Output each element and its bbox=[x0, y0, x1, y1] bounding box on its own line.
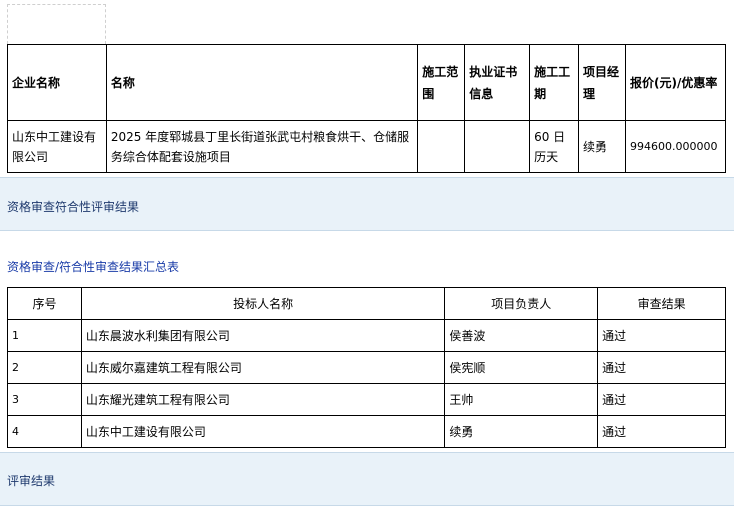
table-row: 3 山东耀光建筑工程有限公司 王帅 通过 bbox=[7, 383, 726, 416]
row-no: 1 bbox=[7, 319, 82, 352]
award-project: 2025 年度郓城县丁里长街道张武屯村粮食烘干、仓储服务综合体配套设施项目 bbox=[105, 120, 419, 173]
review-section-band: 评审结果 bbox=[0, 452, 734, 506]
award-scope bbox=[417, 120, 466, 173]
row-bidder: 山东威尔嘉建筑工程有限公司 bbox=[80, 351, 446, 384]
award-duration: 60 日历天 bbox=[529, 120, 580, 173]
header-project-name: 名称 bbox=[105, 44, 419, 121]
row-no: 4 bbox=[7, 415, 82, 448]
header-duration: 施工工期 bbox=[529, 44, 580, 121]
qualification-summary-title: 资格审查/符合性审查结果汇总表 bbox=[7, 260, 180, 274]
qualification-section-title: 资格审查符合性评审结果 bbox=[7, 200, 140, 214]
row-leader: 续勇 bbox=[444, 415, 599, 448]
row-leader: 侯宪顺 bbox=[444, 351, 599, 384]
row-result: 通过 bbox=[597, 415, 726, 448]
row-result: 通过 bbox=[597, 319, 726, 352]
header-bidder: 投标人名称 bbox=[80, 287, 446, 320]
table-row: 2 山东威尔嘉建筑工程有限公司 侯宪顺 通过 bbox=[7, 351, 726, 384]
review-section-title: 评审结果 bbox=[7, 474, 56, 488]
qualification-section-band: 资格审查符合性评审结果 bbox=[0, 177, 734, 231]
award-price: 994600.000000 bbox=[624, 120, 727, 173]
row-no: 2 bbox=[7, 351, 82, 384]
header-no: 序号 bbox=[7, 287, 82, 320]
qualification-table: 序号 投标人名称 项目负责人 审查结果 1 山东晨波水利集团有限公司 侯善波 通… bbox=[7, 287, 726, 448]
qualification-header-row: 序号 投标人名称 项目负责人 审查结果 bbox=[7, 287, 726, 320]
table-row: 4 山东中工建设有限公司 续勇 通过 bbox=[7, 415, 726, 448]
table-row: 1 山东晨波水利集团有限公司 侯善波 通过 bbox=[7, 319, 726, 352]
row-leader: 侯善波 bbox=[444, 319, 599, 352]
row-result: 通过 bbox=[597, 383, 726, 416]
empty-corner-cell bbox=[7, 4, 106, 44]
header-company: 企业名称 bbox=[7, 44, 107, 121]
header-scope: 施工范围 bbox=[417, 44, 466, 121]
row-leader: 王帅 bbox=[444, 383, 599, 416]
row-bidder: 山东耀光建筑工程有限公司 bbox=[80, 383, 446, 416]
award-header-row: 企业名称 名称 施工范围 执业证书信息 施工工期 项目经理 报价(元)/优惠率 bbox=[7, 44, 727, 121]
header-price: 报价(元)/优惠率 bbox=[624, 44, 727, 121]
row-bidder: 山东晨波水利集团有限公司 bbox=[80, 319, 446, 352]
award-company: 山东中工建设有限公司 bbox=[7, 120, 107, 173]
row-result: 通过 bbox=[597, 351, 726, 384]
header-result: 审查结果 bbox=[597, 287, 726, 320]
award-manager: 续勇 bbox=[578, 120, 626, 173]
header-certificate: 执业证书信息 bbox=[464, 44, 531, 121]
row-no: 3 bbox=[7, 383, 82, 416]
award-table: 企业名称 名称 施工范围 执业证书信息 施工工期 项目经理 报价(元)/优惠率 … bbox=[7, 44, 727, 173]
award-certificate bbox=[464, 120, 531, 173]
header-leader: 项目负责人 bbox=[444, 287, 599, 320]
header-manager: 项目经理 bbox=[578, 44, 626, 121]
award-row: 山东中工建设有限公司 2025 年度郓城县丁里长街道张武屯村粮食烘干、仓储服务综… bbox=[7, 120, 727, 173]
row-bidder: 山东中工建设有限公司 bbox=[80, 415, 446, 448]
